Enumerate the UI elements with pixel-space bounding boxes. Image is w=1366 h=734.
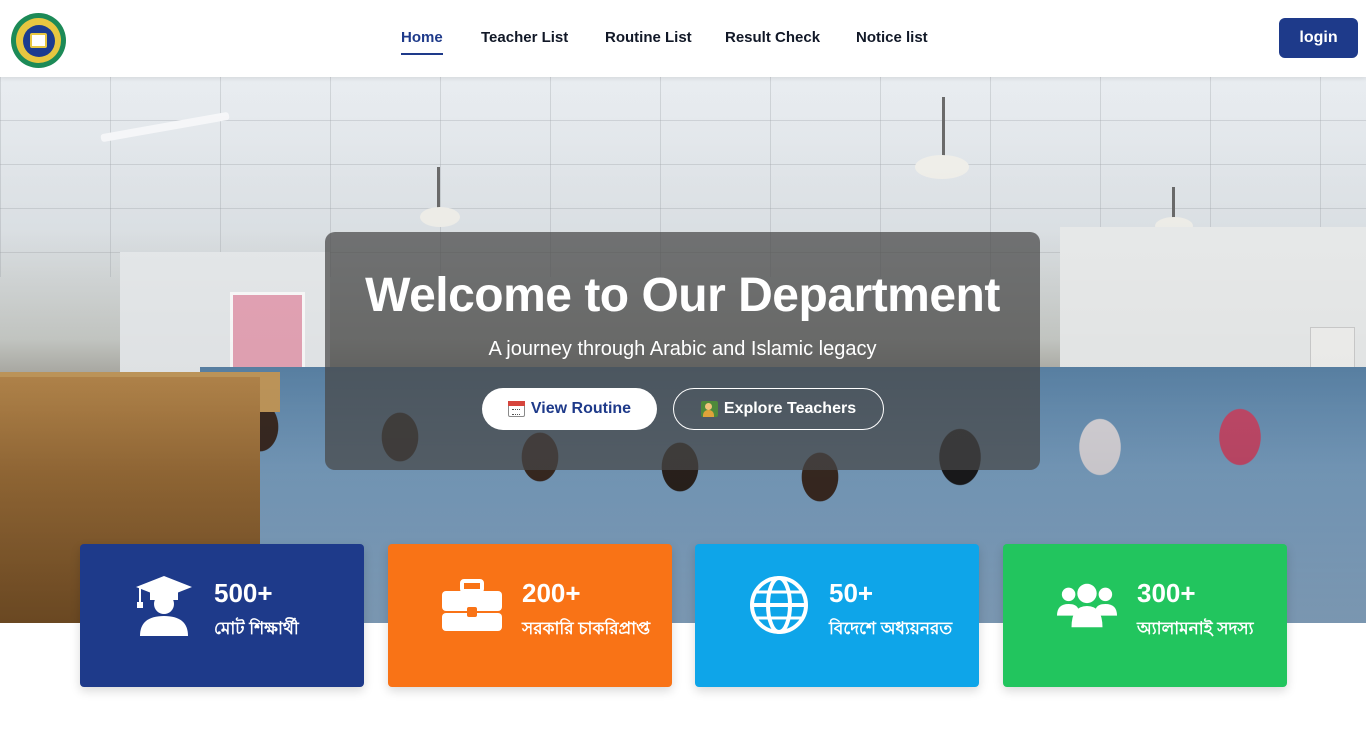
main-nav: Home Teacher List Routine List Result Ch…: [0, 0, 1366, 77]
stat-value: 200+: [522, 578, 581, 608]
nav-link-home[interactable]: Home: [401, 29, 443, 55]
stat-card-abroad: 50+ বিদেশে অধ্যয়নরত: [695, 544, 979, 687]
hero-subtitle: A journey through Arabic and Islamic leg…: [488, 338, 877, 360]
nav-link-teacher-list[interactable]: Teacher List: [481, 29, 568, 46]
hero-section: Welcome to Our Department A journey thro…: [0, 77, 1366, 623]
stat-value: 500+: [214, 578, 273, 608]
teacher-icon: [700, 401, 718, 417]
view-routine-label: View Routine: [530, 400, 632, 417]
users-icon: [1057, 574, 1117, 636]
stat-label: মোট শিক্ষার্থী: [214, 619, 299, 638]
graduate-icon: [134, 574, 194, 636]
login-button[interactable]: login: [1279, 18, 1358, 58]
globe-icon: [749, 574, 809, 636]
stat-card-alumni: 300+ অ্যালামনাই সদস্য: [1003, 544, 1287, 687]
view-routine-button[interactable]: View Routine: [482, 388, 657, 430]
stat-card-govt-jobs: 200+ সরকারি চাকরিপ্রাপ্ত: [388, 544, 672, 687]
calendar-icon: [507, 401, 525, 417]
stat-label: সরকারি চাকরিপ্রাপ্ত: [522, 619, 651, 638]
nav-link-result-check[interactable]: Result Check: [725, 29, 820, 46]
stat-value: 50+: [829, 578, 874, 608]
stat-label: অ্যালামনাই সদস্য: [1137, 619, 1254, 638]
hero-title: Welcome to Our Department: [365, 269, 1000, 322]
stat-card-students: 500+ মোট শিক্ষার্থী: [80, 544, 364, 687]
explore-teachers-button[interactable]: Explore Teachers: [673, 388, 884, 430]
nav-link-notice-list[interactable]: Notice list: [856, 29, 928, 46]
navbar: Home Teacher List Routine List Result Ch…: [0, 0, 1366, 77]
briefcase-icon: [442, 574, 502, 636]
explore-teachers-label: Explore Teachers: [723, 400, 857, 417]
hero-card: Welcome to Our Department A journey thro…: [325, 232, 1040, 470]
nav-link-routine-list[interactable]: Routine List: [605, 29, 692, 46]
stat-value: 300+: [1137, 578, 1196, 608]
stat-label: বিদেশে অধ্যয়নরত: [829, 619, 953, 638]
